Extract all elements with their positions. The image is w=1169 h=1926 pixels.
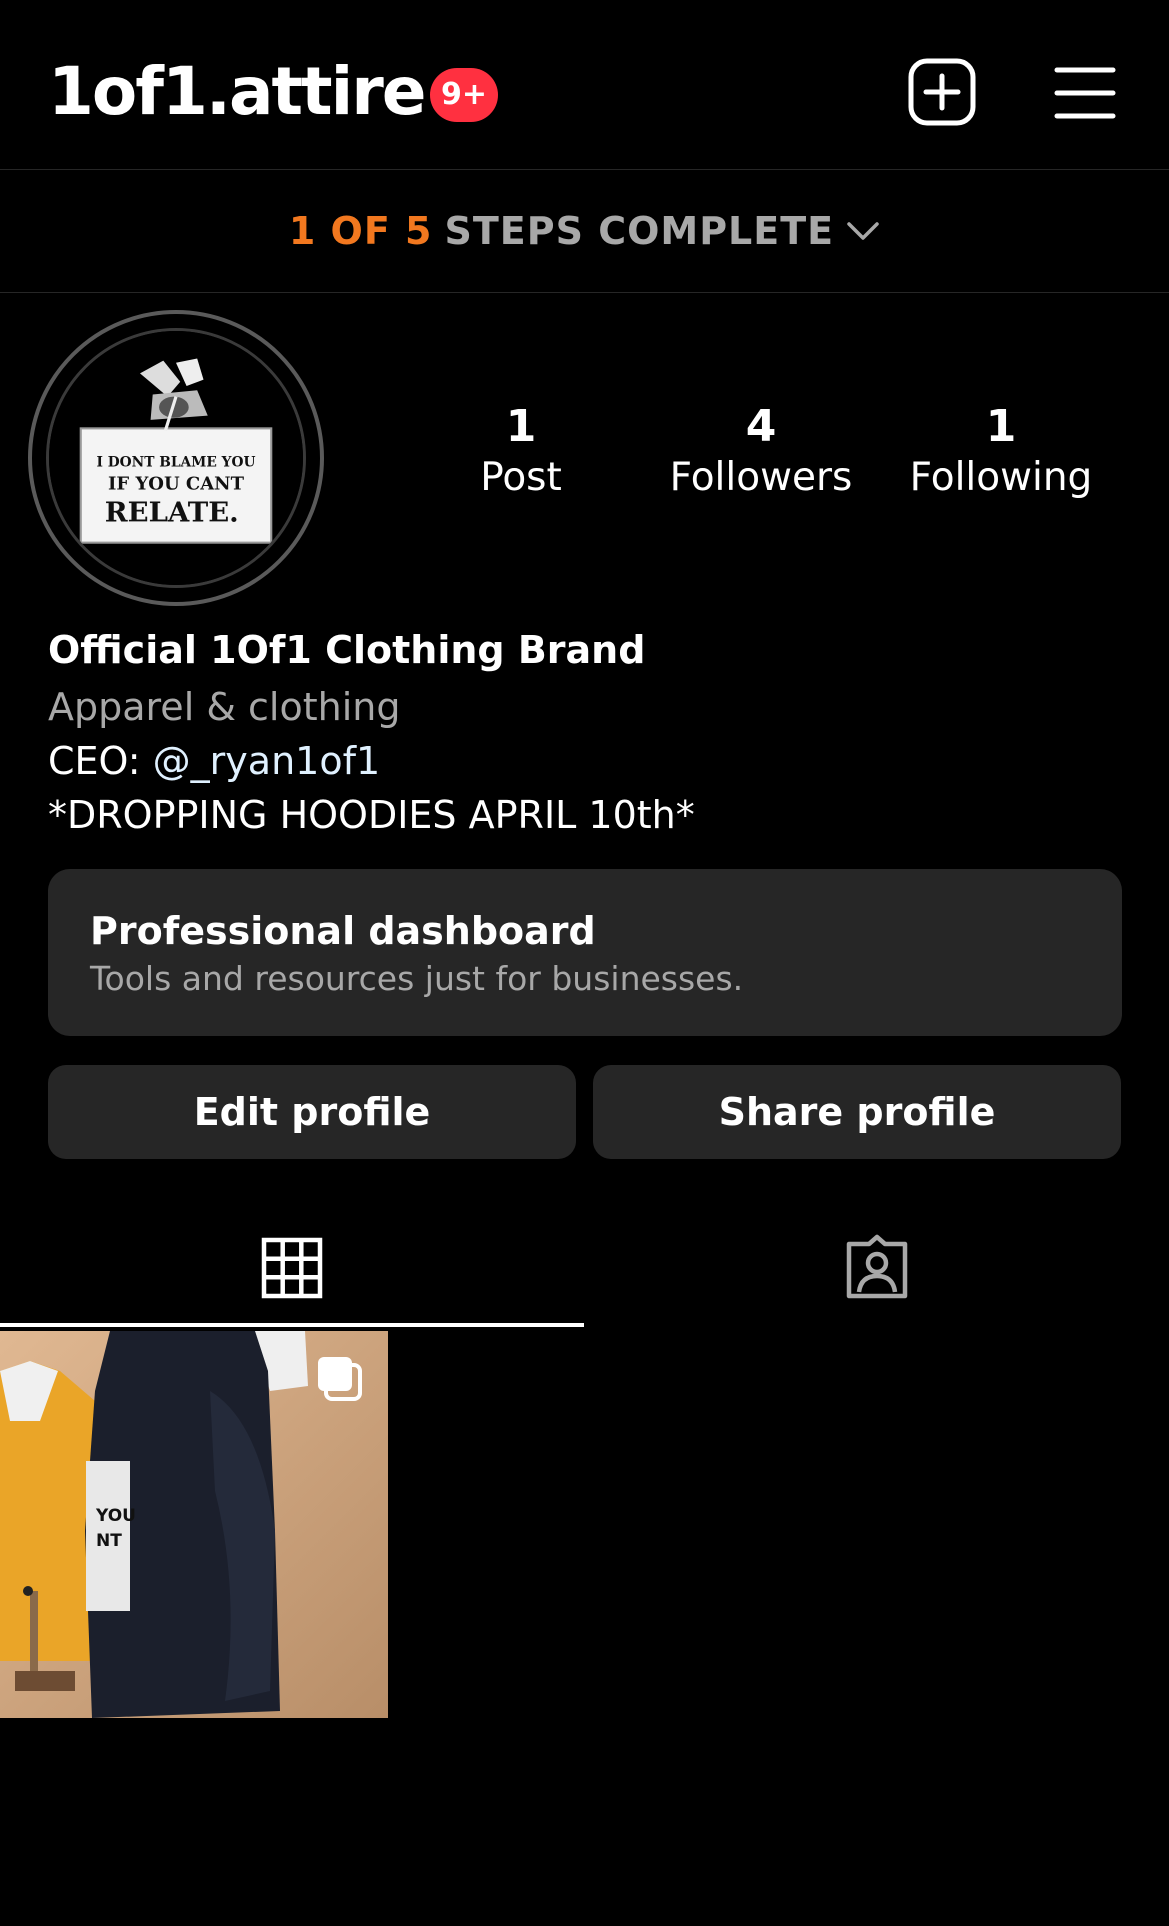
bio-ceo-prefix: CEO:	[48, 739, 153, 783]
posts-label: Post	[480, 455, 562, 500]
avatar-image: I DONT BLAME YOU IF YOU CANT RELATE.	[46, 328, 306, 588]
edit-profile-button[interactable]: Edit profile	[48, 1065, 576, 1159]
post-print-line-2: NT	[96, 1531, 122, 1551]
posts-count: 1	[505, 401, 537, 452]
bio-mention-link[interactable]: @_ryan1of1	[153, 739, 380, 783]
steps-progress-label: STEPS COMPLETE	[444, 209, 835, 253]
followers-label: Followers	[669, 455, 853, 500]
steps-progress-count: 1 OF 5	[288, 209, 433, 253]
bio-announcement: *DROPPING HOODIES APRIL 10th*	[48, 793, 695, 837]
dashboard-title: Professional dashboard	[90, 909, 596, 953]
tab-posts-grid[interactable]	[0, 1210, 584, 1326]
following-stat[interactable]: 1 Following	[891, 400, 1111, 502]
tab-tagged[interactable]	[585, 1210, 1169, 1326]
steps-progress-banner[interactable]: 1 OF 5 STEPS COMPLETE	[0, 170, 1169, 292]
hamburger-menu-icon[interactable]	[1054, 66, 1116, 120]
avatar-sign-line-1: I DONT BLAME YOU	[97, 454, 256, 470]
professional-dashboard-card[interactable]: Professional dashboard Tools and resourc…	[48, 869, 1122, 1036]
post-thumbnail[interactable]: YOU NT	[0, 1331, 388, 1718]
notification-badge[interactable]: 9+	[430, 68, 498, 122]
dashboard-subtitle: Tools and resources just for businesses.	[90, 959, 744, 998]
multiple-posts-icon	[318, 1357, 362, 1401]
profile-header: 1of1.attire 9+	[0, 0, 1169, 170]
avatar-sign-line-3: RELATE.	[105, 497, 239, 529]
profile-category: Apparel & clothing	[48, 685, 401, 729]
plus-square-icon[interactable]	[908, 58, 976, 126]
following-label: Following	[909, 455, 1093, 500]
avatar[interactable]: I DONT BLAME YOU IF YOU CANT RELATE.	[28, 310, 324, 606]
brand-logo-image: I DONT BLAME YOU IF YOU CANT RELATE.	[49, 331, 303, 585]
steps-divider	[0, 292, 1169, 293]
following-count: 1	[985, 401, 1017, 452]
active-tab-indicator	[0, 1323, 584, 1327]
bio-ceo-line: CEO: @_ryan1of1	[48, 737, 380, 785]
followers-stat[interactable]: 4 Followers	[651, 400, 871, 502]
followers-count: 4	[745, 401, 777, 452]
post-print-line-1: YOU	[95, 1506, 136, 1526]
grid-icon	[261, 1237, 323, 1299]
username-title[interactable]: 1of1.attire	[48, 52, 427, 132]
avatar-sign-line-2: IF YOU CANT	[108, 474, 245, 495]
profile-display-name: Official 1Of1 Clothing Brand	[48, 628, 646, 672]
chevron-down-icon	[847, 222, 879, 240]
share-profile-button[interactable]: Share profile	[593, 1065, 1121, 1159]
posts-stat[interactable]: 1 Post	[411, 400, 631, 502]
tagged-person-icon	[846, 1234, 908, 1299]
